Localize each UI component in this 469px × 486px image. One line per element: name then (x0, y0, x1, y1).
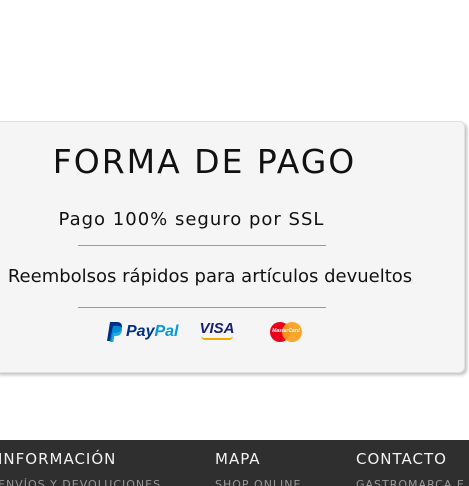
footer-link[interactable]: GASTROMARCA E (356, 478, 465, 486)
site-footer: INFORMACIÓN ENVÍOS Y DEVOLUCIONES MAPA S… (0, 440, 469, 486)
footer-column-mapa: MAPA SHOP ONLINE (215, 450, 301, 486)
visa-swoosh-icon (201, 336, 233, 340)
visa-logo: VISA (199, 319, 235, 341)
paypal-logo: PayPal (106, 320, 178, 344)
footer-heading: MAPA (215, 450, 261, 468)
footer-column-informacion: INFORMACIÓN ENVÍOS Y DEVOLUCIONES (0, 450, 161, 486)
footer-heading: CONTACTO (356, 450, 447, 468)
secure-payment-text: Pago 100% seguro por SSL (58, 209, 325, 230)
footer-heading: INFORMACIÓN (0, 450, 117, 468)
payment-title: FORMA DE PAGO (52, 142, 357, 181)
footer-column-contacto: CONTACTO GASTROMARCA E (356, 450, 465, 486)
paypal-p-icon (107, 322, 123, 342)
paypal-wordmark: PayPal (126, 323, 179, 340)
mastercard-logo: MasterCard (270, 322, 302, 342)
footer-link[interactable]: SHOP ONLINE (215, 478, 301, 486)
footer-link[interactable]: ENVÍOS Y DEVOLUCIONES (0, 478, 161, 486)
divider (78, 245, 326, 246)
refund-text: Reembolsos rápidos para artículos devuel… (7, 266, 413, 287)
divider (78, 307, 326, 308)
